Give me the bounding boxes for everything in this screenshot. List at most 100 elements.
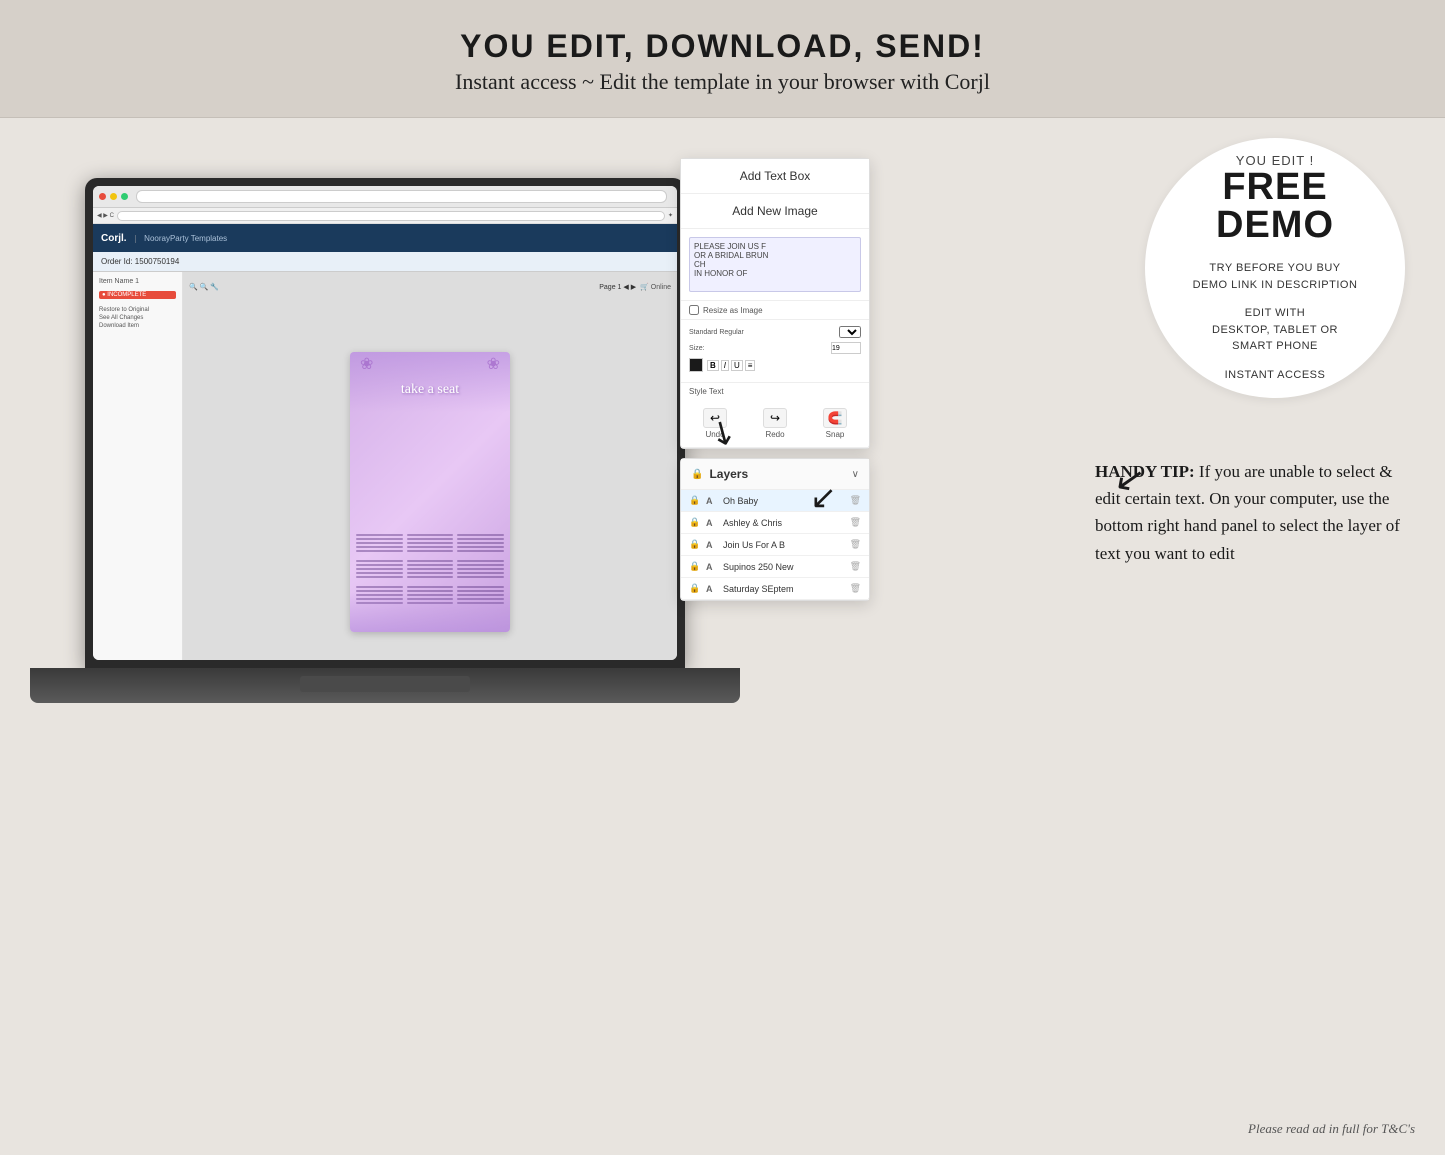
toolbar-zoom[interactable]: 🔍 🔍 🔧 (189, 283, 219, 291)
font-dropdown[interactable] (839, 326, 861, 338)
order-id: Order Id: 1500750194 (101, 257, 179, 266)
subline: Instant access ~ Edit the template in yo… (20, 69, 1425, 95)
action-clear[interactable]: See All Changes (99, 315, 176, 321)
italic-icon[interactable]: I (721, 360, 729, 371)
resize-checkbox[interactable] (689, 305, 699, 315)
layer-lock-icon: 🔒 (689, 495, 701, 506)
align-left-icon[interactable]: ≡ (745, 360, 756, 371)
demo-free-label: FREE (1222, 168, 1327, 206)
layer-item[interactable]: 🔒 A Saturday SEptem 🗑 (681, 578, 869, 600)
layer-delete-icon[interactable]: 🗑 (850, 517, 861, 528)
table-row-group-2 (356, 560, 504, 580)
demo-smartphone: SMART PHONE (1232, 338, 1318, 355)
table-col-3 (457, 534, 504, 554)
layer-item[interactable]: 🔒 A Ashley & Chris 🗑 (681, 512, 869, 534)
corjl-header: Corjl. | NoorayParty Templates (93, 224, 677, 252)
minimize-dot (110, 193, 117, 200)
arrow-curve-icon: ↙ (810, 478, 837, 516)
laptop-trackpad (300, 676, 470, 692)
table-col-6 (457, 560, 504, 580)
browser-tabs-bar (93, 186, 677, 208)
browser-sidebar: Item Name 1 ● INCOMPLETE Restore to Orig… (93, 272, 183, 660)
style-text-label: Style Text (681, 383, 869, 400)
redo-icon[interactable]: ↪ (763, 408, 787, 428)
panel-edit-section: PLEASE JOIN US FOR A BRIDAL BRUNCHIN HON… (681, 229, 869, 301)
layers-panel: 🔒 Layers ∨ 🔒 A Oh Baby 🗑 🔒 A Ashley & Ch… (680, 458, 870, 601)
sidebar-actions: Restore to Original See All Changes Down… (99, 307, 176, 329)
template-preview: ❀ ❀ take a seat (350, 352, 510, 632)
layer-lock-icon: 🔒 (689, 561, 701, 572)
browser-controls: ✦ (668, 212, 673, 219)
toolbar-page: Page 1 ◀ ▶ (599, 283, 636, 291)
color-row: B I U ≡ (689, 358, 861, 372)
layer-item[interactable]: 🔒 A Oh Baby 🗑 (681, 490, 869, 512)
shop-name: NoorayParty Templates (144, 234, 227, 243)
table-row-group-1 (356, 534, 504, 554)
toolbar-cart[interactable]: 🛒 Online (640, 283, 671, 291)
layer-name-ashley-chris: Ashley & Chris (723, 518, 845, 528)
layers-title-row: 🔒 Layers (691, 467, 748, 481)
demo-edit-with: EDIT WITH (1245, 305, 1306, 322)
sidebar-label: Item Name 1 (99, 278, 176, 285)
layer-name-supinos: Supinos 250 New (723, 562, 845, 572)
add-new-image-button[interactable]: Add New Image (681, 194, 869, 229)
layer-type-a-icon: A (706, 518, 718, 528)
size-row: Size: (689, 342, 861, 354)
layer-type-a-icon: A (706, 584, 718, 594)
snap-icon[interactable]: 🧲 (823, 408, 847, 428)
address-bar[interactable] (117, 211, 665, 221)
demo-demo-label: DEMO (1216, 206, 1334, 244)
top-banner: YOU EDIT, DOWNLOAD, SEND! Instant access… (0, 0, 1445, 118)
browser-editor: 🔍 🔍 🔧 Page 1 ◀ ▶ 🛒 Online ❀ ❀ take a (183, 272, 677, 660)
layer-item[interactable]: 🔒 A Join Us For A B 🗑 (681, 534, 869, 556)
flower-left: ❀ (360, 354, 373, 374)
snap-tool[interactable]: 🧲 Snap (823, 408, 847, 439)
corjl-right-panel: Add Text Box Add New Image PLEASE JOIN U… (680, 158, 870, 449)
panel-settings: Standard Regular Size: B I U ≡ (681, 320, 869, 383)
free-demo-circle: YOU EDIT ! FREE DEMO TRY BEFORE YOU BUY … (1145, 138, 1405, 398)
corjl-logo: Corjl. (101, 233, 127, 244)
laptop-base (30, 668, 740, 703)
template-title: take a seat (350, 382, 510, 398)
flower-right: ❀ (487, 354, 500, 374)
layer-type-a-icon: A (706, 496, 718, 506)
layer-name-saturday: Saturday SEptem (723, 584, 845, 594)
size-label: Size: (689, 345, 827, 352)
action-download[interactable]: Download Item (99, 323, 176, 329)
layer-delete-icon[interactable]: 🗑 (850, 495, 861, 506)
color-swatch[interactable] (689, 358, 703, 372)
separator: | (135, 234, 137, 243)
demo-link: DEMO LINK IN DESCRIPTION (1193, 277, 1358, 294)
editor-toolbar: 🔍 🔍 🔧 Page 1 ◀ ▶ 🛒 Online (189, 278, 671, 296)
browser-main: Item Name 1 ● INCOMPLETE Restore to Orig… (93, 272, 677, 660)
standard-label: Standard Regular (689, 329, 835, 336)
standard-regular-row: Standard Regular (689, 326, 861, 338)
panel-text-editor[interactable]: PLEASE JOIN US FOR A BRIDAL BRUNCHIN HON… (689, 237, 861, 292)
layer-name-join-us: Join Us For A B (723, 540, 845, 550)
table-col-2 (407, 534, 454, 554)
action-restore[interactable]: Restore to Original (99, 307, 176, 313)
url-bar[interactable] (136, 190, 667, 203)
underline-icon[interactable]: U (731, 360, 743, 371)
layers-header: 🔒 Layers ∨ (681, 459, 869, 490)
resize-image-row: Resize as Image (681, 301, 869, 320)
layers-title: Layers (709, 467, 748, 481)
redo-tool[interactable]: ↪ Redo (763, 408, 787, 439)
order-bar: Order Id: 1500750194 (93, 252, 677, 272)
layer-item[interactable]: 🔒 A Supinos 250 New 🗑 (681, 556, 869, 578)
demo-devices: DESKTOP, TABLET OR (1212, 322, 1338, 339)
table-col-4 (356, 560, 403, 580)
add-text-box-button[interactable]: Add Text Box (681, 159, 869, 194)
layer-delete-icon[interactable]: 🗑 (850, 539, 861, 550)
layer-lock-icon: 🔒 (689, 517, 701, 528)
footer-note: Please read ad in full for T&C's (1248, 1121, 1415, 1137)
size-input[interactable] (831, 342, 861, 354)
layer-delete-icon[interactable]: 🗑 (850, 583, 861, 594)
layer-lock-icon: 🔒 (689, 583, 701, 594)
layers-chevron-icon[interactable]: ∨ (852, 469, 859, 480)
layer-delete-icon[interactable]: 🗑 (850, 561, 861, 572)
bookmarks-bar: ◀ ▶ C ✦ (93, 208, 677, 224)
table-col-5 (407, 560, 454, 580)
bold-icon[interactable]: B (707, 360, 719, 371)
bookmark-item: ◀ ▶ C (97, 212, 114, 219)
